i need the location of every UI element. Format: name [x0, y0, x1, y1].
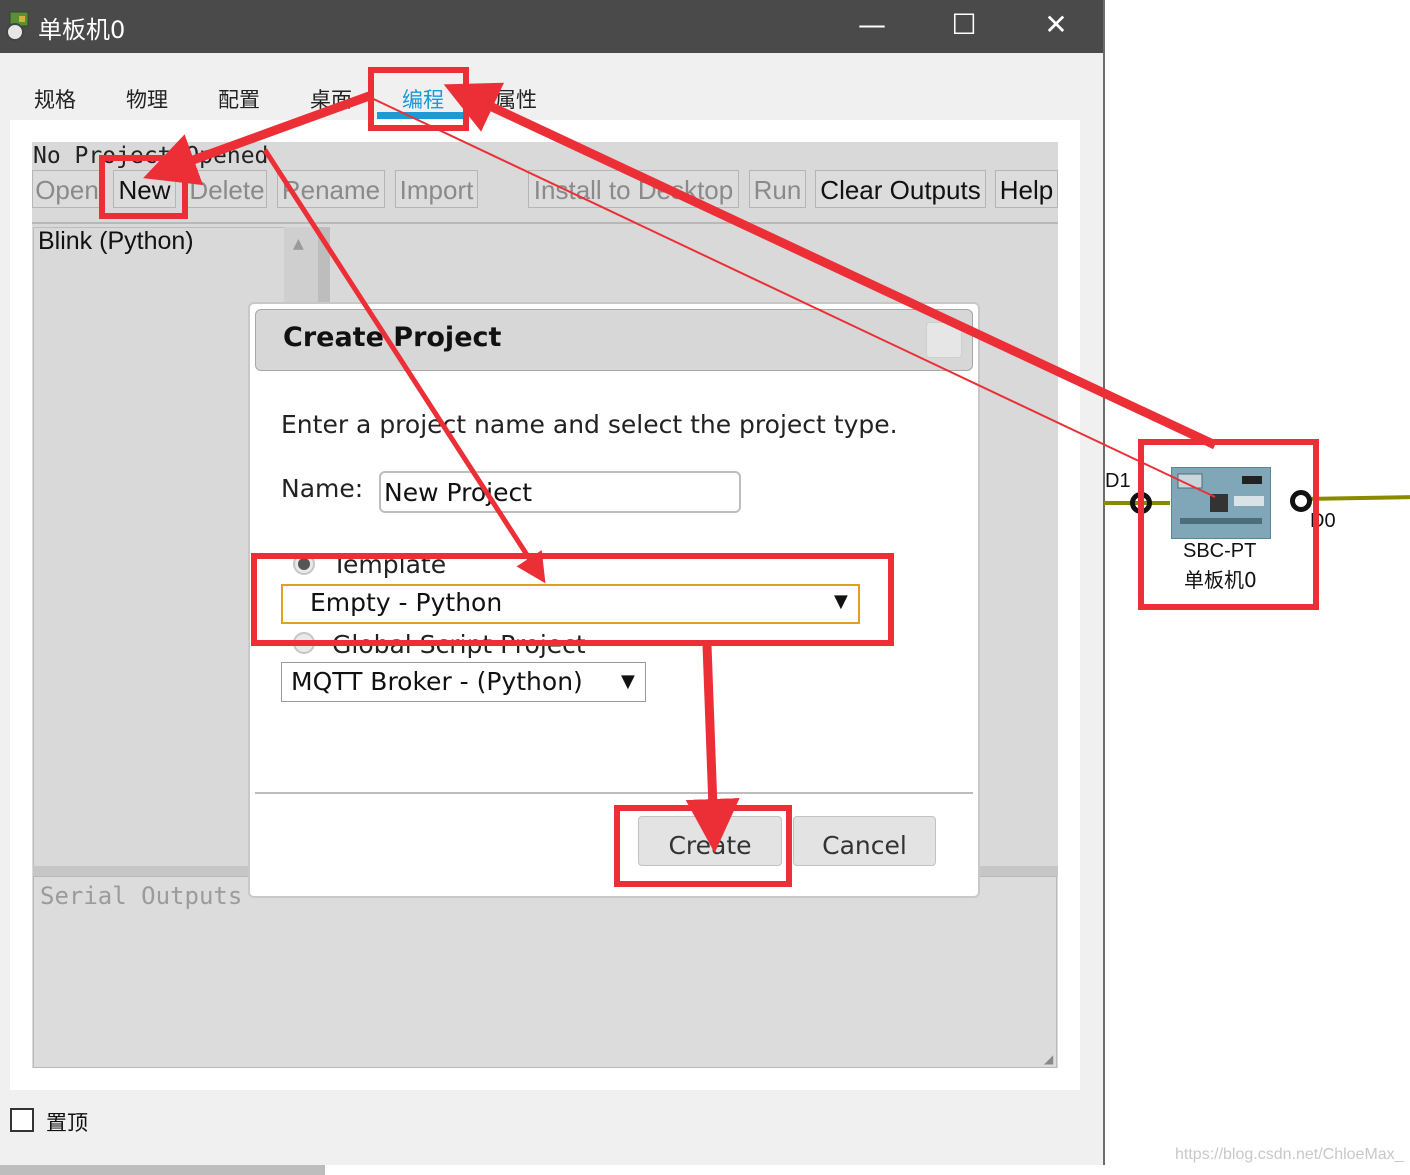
annotation-box-template [251, 553, 894, 646]
always-on-top-checkbox[interactable] [10, 1108, 34, 1132]
list-item[interactable]: Blink (Python) [38, 227, 194, 256]
watermark: https://blog.csdn.net/ChloeMax_ [1175, 1146, 1404, 1163]
toolbar-divider [32, 222, 1058, 224]
scroll-up-icon[interactable]: ▲ [293, 236, 304, 252]
tab-desktop[interactable]: 桌面 [310, 84, 352, 114]
install-to-desktop-button[interactable]: Install to Desktop [528, 170, 739, 208]
tab-config[interactable]: 配置 [218, 84, 260, 114]
link-wire[interactable] [1309, 495, 1410, 501]
tab-specs[interactable]: 规格 [34, 84, 76, 114]
tab-physical[interactable]: 物理 [126, 84, 168, 114]
dropdown-arrow-icon[interactable]: ▼ [621, 671, 635, 692]
annotation-box-programming-tab [368, 67, 469, 131]
global-script-select-value: MQTT Broker - (Python) [291, 667, 583, 696]
help-button[interactable]: Help [995, 170, 1058, 208]
resize-grip-icon[interactable]: ◢ [1044, 1052, 1053, 1066]
clear-outputs-button[interactable]: Clear Outputs [815, 170, 986, 208]
title-bar[interactable]: 单板机0 — ☐ ✕ [0, 0, 1103, 53]
open-button[interactable]: Open [32, 170, 102, 208]
annotation-box-new-button [99, 155, 188, 219]
serial-output-placeholder: Serial Outputs [40, 882, 243, 910]
maximize-button[interactable]: ☐ [918, 0, 1010, 53]
dialog-divider [255, 792, 973, 794]
close-button[interactable]: ✕ [1010, 0, 1102, 53]
list-border [318, 227, 330, 302]
dialog-instruction: Enter a project name and select the proj… [281, 410, 898, 439]
rename-button[interactable]: Rename [277, 170, 385, 208]
dialog-close-button[interactable] [926, 322, 962, 358]
tab-bar [10, 76, 562, 120]
run-button[interactable]: Run [749, 170, 806, 208]
project-name-input[interactable] [379, 471, 741, 513]
delete-button[interactable]: Delete [187, 170, 267, 208]
minimize-button[interactable]: — [826, 0, 918, 53]
annotation-box-create [614, 805, 792, 887]
taskbar-strip [0, 1165, 325, 1175]
cancel-button[interactable]: Cancel [793, 816, 936, 866]
dialog-title: Create Project [283, 322, 502, 353]
name-label: Name: [281, 474, 364, 503]
window-title: 单板机0 [38, 16, 126, 44]
tab-attributes[interactable]: 属性 [495, 84, 537, 114]
pt-device-icon [4, 10, 32, 42]
annotation-box-device [1138, 439, 1319, 610]
always-on-top-label: 置顶 [46, 1111, 88, 1135]
import-button[interactable]: Import [395, 170, 478, 208]
port-label-d1: D1 [1105, 470, 1131, 492]
